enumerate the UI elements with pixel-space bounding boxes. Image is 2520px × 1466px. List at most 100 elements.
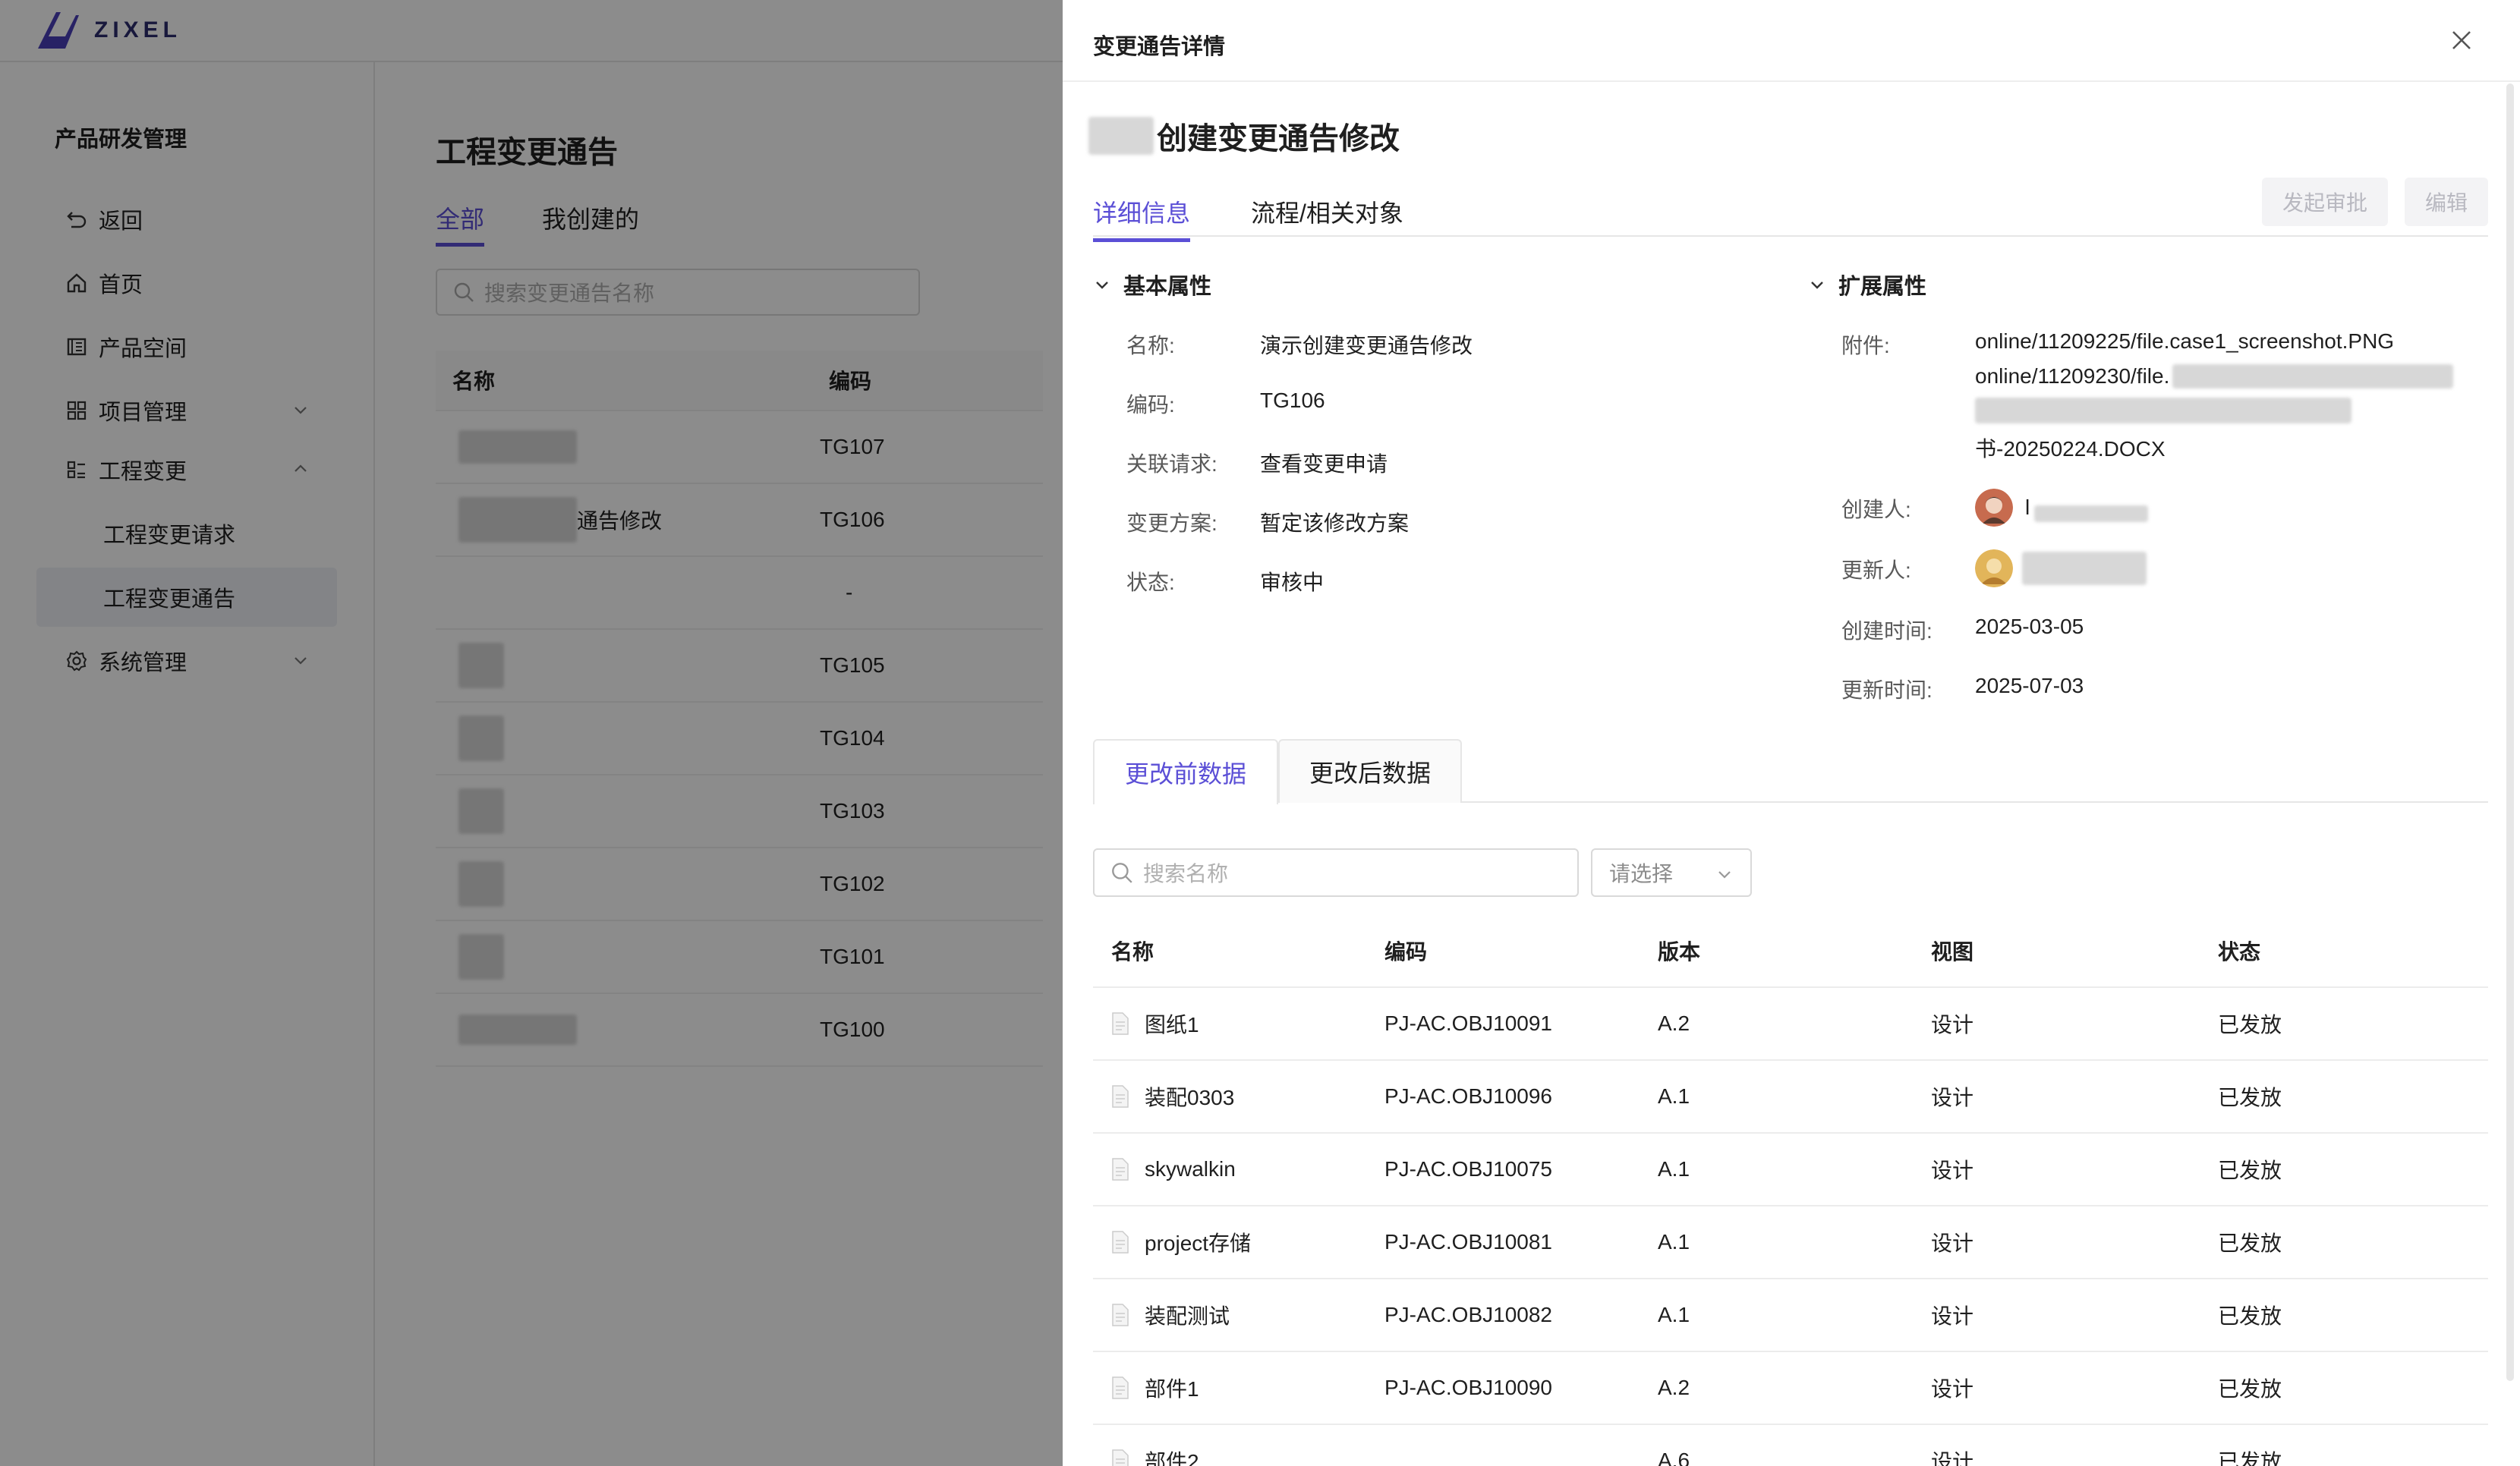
table-row[interactable]: skywalkin PJ-AC.OBJ10075 A.1 设计 已发放 [1093,1134,2488,1206]
table-row[interactable]: 部件2 A.6 设计 已发放 [1093,1425,2488,1466]
tab-process-related[interactable]: 流程/相关对象 [1251,194,1403,229]
redacted-prefix [1088,117,1154,155]
select-placeholder: 请选择 [1609,862,1674,886]
field-value: TG106 [1260,389,1325,412]
row-code: PJ-AC.OBJ10090 [1384,1376,1552,1399]
field-related-request: 关联请求: 查看变更申请 [1126,448,1388,478]
row-version: A.1 [1658,1084,1690,1108]
filter-select[interactable]: 请选择 [1591,848,1752,897]
field-attachment: 附件: [1841,329,1890,360]
row-name[interactable]: 图纸1 [1145,1008,1199,1039]
file-icon [1112,1158,1129,1181]
modal-mask[interactable] [0,0,1063,1466]
name-search-input[interactable]: 搜索名称 [1093,848,1579,897]
table-row[interactable]: project存储 PJ-AC.OBJ10081 A.1 设计 已发放 [1093,1206,2488,1279]
col-status: 状态 [2218,940,2261,964]
row-version: A.6 [1658,1449,1690,1466]
cell-name: project存储 [1111,1227,1251,1257]
row-status: 已发放 [2218,1450,2282,1466]
basic-attributes-header: 基本属性 [1123,275,1212,299]
row-name[interactable]: 装配0303 [1145,1081,1234,1112]
col-code: 编码 [1384,940,1428,964]
row-version: A.2 [1658,1376,1690,1399]
row-view: 设计 [1931,1232,1974,1255]
field-code: 编码: TG106 [1126,389,1325,419]
row-code: PJ-AC.OBJ10091 [1384,1011,1552,1035]
field-label: 更新时间: [1841,678,1933,702]
tab-after-change[interactable]: 更改后数据 [1278,739,1462,803]
row-status: 已发放 [2218,1159,2282,1182]
extended-attributes-toggle[interactable]: 扩展属性 [1808,269,1926,300]
field-value: 暂定该修改方案 [1260,511,1410,535]
field-value: 2025-03-05 [1975,615,2084,638]
field-label: 变更方案: [1126,511,1217,535]
row-name[interactable]: 装配测试 [1145,1300,1230,1330]
table-row[interactable]: 装配0303 PJ-AC.OBJ10096 A.1 设计 已发放 [1093,1061,2488,1134]
chevron-down-icon [1718,871,1731,879]
col-version: 版本 [1658,940,1701,964]
file-icon [1112,1376,1129,1399]
row-view: 设计 [1931,1086,1974,1109]
field-label: 状态: [1126,571,1175,594]
field-value: 审核中 [1260,571,1325,594]
avatar [1975,549,2013,587]
object-title-text: 创建变更通告修改 [1157,122,1400,156]
cell-name: 图纸1 [1111,1008,1199,1039]
attachment-3[interactable]: 书-20250224.DOCX [1975,433,2166,463]
redacted-name [2022,552,2147,585]
redacted-filename [2172,364,2454,389]
row-version: A.1 [1658,1303,1690,1326]
file-icon [1112,1085,1129,1108]
redacted-filename [1975,398,2351,423]
scrollbar[interactable] [2506,83,2514,1381]
cell-name: 部件1 [1111,1373,1199,1403]
table-row[interactable]: 部件1 PJ-AC.OBJ10090 A.2 设计 已发放 [1093,1352,2488,1425]
field-label: 更新人: [1841,558,1911,582]
row-code: PJ-AC.OBJ10096 [1384,1084,1552,1108]
field-label: 编码: [1126,393,1175,417]
cell-name: 装配测试 [1111,1300,1230,1330]
attachment-1[interactable]: online/11209225/file.case1_screenshot.PN… [1975,329,2394,354]
file-icon [1112,1304,1129,1326]
row-view: 设计 [1931,1304,1974,1328]
row-name[interactable]: 部件2 [1145,1446,1199,1466]
table-header: 名称 编码 版本 视图 状态 [1093,915,2488,988]
tab-detail-info[interactable]: 详细信息 [1093,194,1191,242]
drawer-title: 变更通告详情 [1093,35,1226,59]
row-name[interactable]: skywalkin [1145,1157,1236,1181]
close-icon[interactable] [2449,27,2474,53]
updater [1975,549,2147,587]
attachment-2[interactable]: online/11209230/file. [1975,364,2454,389]
view-change-request-link[interactable]: 查看变更申请 [1260,448,1388,478]
row-name[interactable]: project存储 [1145,1227,1251,1257]
row-status: 已发放 [2218,1232,2282,1255]
field-status: 状态: 审核中 [1126,566,1324,596]
start-approval-button[interactable]: 发起审批 [2262,178,2388,226]
avatar [1975,489,2013,527]
field-updated-time: 更新时间: 2025-07-03 [1841,674,2084,704]
field-label: 名称: [1126,334,1175,357]
edit-button[interactable]: 编辑 [2405,178,2488,226]
creator: l [1975,489,2149,527]
row-name[interactable]: 部件1 [1145,1373,1199,1403]
row-code: PJ-AC.OBJ10082 [1384,1303,1552,1326]
field-created-time: 创建时间: 2025-03-05 [1841,615,2084,645]
basic-attributes-toggle[interactable]: 基本属性 [1093,269,1211,300]
detail-drawer: 变更通告详情 创建变更通告修改 详细信息 流程/相关对象 发起审批 编辑 基本属… [1063,0,2520,1466]
row-status: 已发放 [2218,1377,2282,1401]
field-creator: 创建人: [1841,493,1911,524]
cell-name: 装配0303 [1111,1081,1234,1112]
table-row[interactable]: 装配测试 PJ-AC.OBJ10082 A.1 设计 已发放 [1093,1279,2488,1352]
table-row[interactable]: 图纸1 PJ-AC.OBJ10091 A.2 设计 已发放 [1093,988,2488,1061]
tab-before-change[interactable]: 更改前数据 [1093,739,1278,804]
col-view: 视图 [1931,940,1974,964]
row-version: A.1 [1658,1157,1690,1181]
row-status: 已发放 [2218,1013,2282,1037]
row-code: PJ-AC.OBJ10081 [1384,1230,1552,1254]
object-title: 创建变更通告修改 [1088,114,1400,158]
field-label: 关联请求: [1126,452,1217,476]
chevron-down-icon [1811,282,1823,289]
extended-attributes-header: 扩展属性 [1838,275,1927,299]
chevron-down-icon [1096,282,1108,289]
field-updater: 更新人: [1841,554,1911,584]
